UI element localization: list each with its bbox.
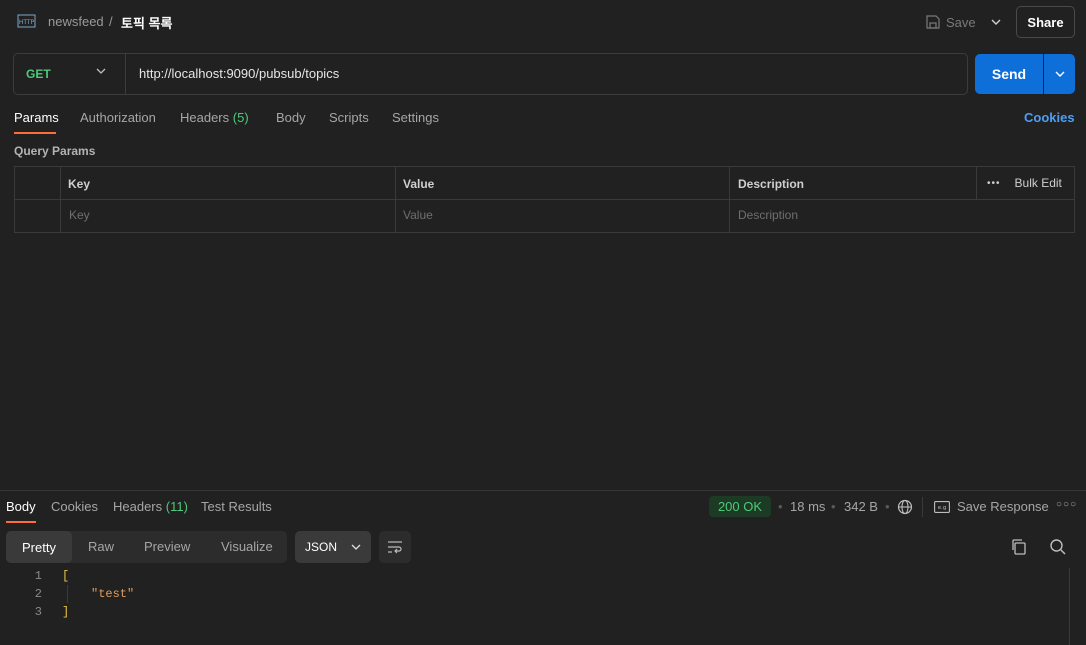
line-number: 1 [34,569,42,583]
url-input[interactable]: http://localhost:9090/pubsub/topics [139,66,939,81]
chevron-down-icon [351,544,361,550]
value-input[interactable]: Value [403,208,433,222]
line-number: 2 [34,587,42,601]
url-bar: GET http://localhost:9090/pubsub/topics [13,53,968,95]
response-size[interactable]: 342 B [844,499,878,514]
chevron-down-icon [1055,71,1064,77]
code-line[interactable]: "test" [91,587,134,601]
tab-params[interactable]: Params [14,110,59,125]
save-icon [926,15,940,29]
indent-guide [67,585,68,603]
column-divider [60,167,61,232]
line-number: 3 [34,605,42,619]
response-divider[interactable] [0,490,1086,491]
wrap-lines-button[interactable] [379,531,411,563]
tab-headers-label: Headers [180,110,230,125]
send-options-button[interactable] [1044,54,1075,94]
bulk-edit-button[interactable]: ••• Bulk Edit [987,176,1062,190]
breadcrumb-collection[interactable]: newsfeed [48,14,104,29]
wrap-lines-icon [388,541,402,554]
more-options-icon[interactable]: ••• [987,178,1001,189]
tab-headers[interactable]: Headers (5) [180,110,249,125]
save-label: Save [946,14,976,30]
code-line[interactable]: ] [62,605,69,619]
send-button[interactable]: Send [975,54,1043,94]
format-label: JSON [305,540,338,554]
separator-dot: • [778,499,783,514]
globe-icon[interactable] [897,499,913,515]
save-response-button[interactable]: e.g Save Response [934,499,1049,514]
copy-icon[interactable] [1010,538,1028,556]
share-button[interactable]: Share [1016,6,1075,38]
http-request-icon: HTTP [17,14,36,28]
table-row-divider [15,199,1074,200]
code-line[interactable]: [ [62,569,69,583]
chevron-down-icon [991,19,1001,25]
separator-dot: • [831,499,836,514]
view-pretty[interactable]: Pretty [6,531,72,563]
column-divider [729,167,730,232]
scrollbar[interactable] [1069,568,1086,645]
view-visualize[interactable]: Visualize [221,539,273,554]
description-input[interactable]: Description [738,208,798,222]
save-button[interactable]: Save [926,12,982,32]
url-divider [125,54,126,94]
search-icon[interactable] [1049,538,1067,556]
key-input[interactable]: Key [69,208,90,222]
tab-headers-count: (5) [232,110,249,125]
column-header-description: Description [738,177,805,191]
tab-authorization[interactable]: Authorization [80,110,156,125]
column-header-key: Key [68,177,91,191]
save-response-icon: e.g [934,500,950,513]
view-preview[interactable]: Preview [144,539,190,554]
cookies-link[interactable]: Cookies [1024,110,1075,125]
status-badge[interactable]: 200 OK [709,496,771,517]
response-tab-headers-count: (11) [165,499,188,514]
format-selector[interactable]: JSON [295,531,371,563]
chevron-down-icon[interactable] [96,68,106,74]
save-response-label: Save Response [957,499,1049,514]
response-time[interactable]: 18 ms [790,499,825,514]
response-tab-headers[interactable]: Headers (11) [113,499,188,514]
column-header-value: Value [403,177,435,191]
active-tab-indicator [6,521,36,523]
view-raw[interactable]: Raw [88,539,114,554]
save-options-button[interactable] [988,13,1004,31]
view-mode-selector: Pretty Raw Preview Visualize [6,531,287,563]
vertical-divider [922,497,923,517]
response-tab-test-results[interactable]: Test Results [201,499,272,514]
query-params-table: Key Value Description ••• Bulk Edit Key … [14,166,1075,233]
tab-settings[interactable]: Settings [392,110,439,125]
top-bar: HTTP newsfeed / 토픽 목록 Save Share [0,0,1086,44]
svg-text:HTTP: HTTP [19,19,35,26]
request-title[interactable]: 토픽 목록 [121,13,172,32]
response-tab-cookies[interactable]: Cookies [51,499,98,514]
tab-body[interactable]: Body [276,110,306,125]
more-options-icon[interactable]: ○○○ [1056,499,1077,510]
svg-text:e.g: e.g [938,505,947,511]
column-divider [395,167,396,232]
method-selector[interactable]: GET [26,67,51,81]
bulk-edit-label: Bulk Edit [1014,176,1062,190]
query-params-label: Query Params [14,144,96,158]
separator-dot: • [885,499,890,514]
breadcrumb-separator: / [109,14,113,29]
column-divider [976,167,977,199]
response-tab-headers-label: Headers [113,499,163,514]
tab-scripts[interactable]: Scripts [329,110,369,125]
response-tab-body[interactable]: Body [6,499,36,514]
active-tab-indicator [14,132,56,134]
